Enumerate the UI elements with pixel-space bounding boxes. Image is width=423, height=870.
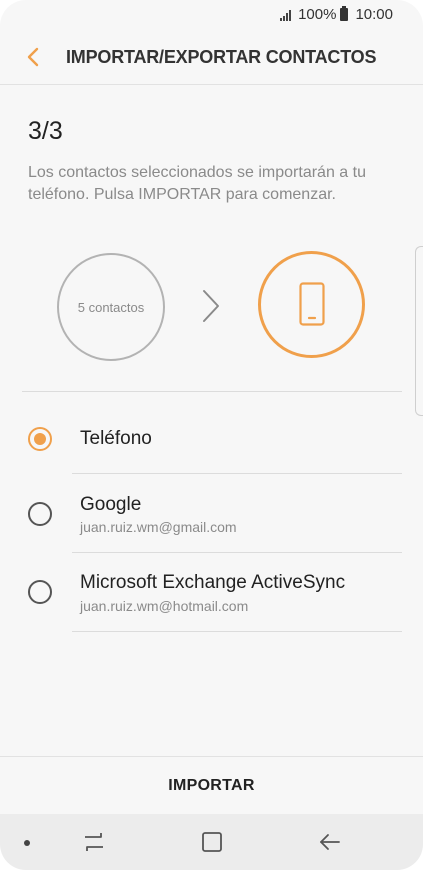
option-label: Microsoft Exchange ActiveSync: [80, 572, 346, 593]
description-text: Los contactos seleccionados se importará…: [28, 164, 366, 203]
status-bar: 100% 10:00: [0, 0, 423, 30]
phone-screen: 100% 10:00 IMPORTAR/EXPORTAR CONTACTOS 3…: [0, 0, 423, 870]
radio-unselected[interactable]: [28, 502, 52, 526]
divider: [22, 391, 402, 392]
divider: [72, 631, 402, 632]
option-exchange[interactable]: Microsoft Exchange ActiveSync juan.ruiz.…: [0, 553, 423, 631]
battery-percentage: 100%: [298, 6, 337, 23]
page-title: IMPORTAR/EXPORTAR CONTACTOS: [66, 47, 377, 67]
status-indicators: 100% 10:00: [280, 6, 393, 23]
option-google[interactable]: Google juan.ruiz.wm@gmail.com: [0, 474, 423, 552]
contacts-count-label: 5 contactos: [77, 299, 145, 315]
step-indicator: 3/3: [28, 117, 63, 145]
option-account-email: juan.ruiz.wm@hotmail.com: [80, 598, 249, 614]
scroll-handle[interactable]: [415, 246, 423, 416]
option-label: Teléfono: [80, 428, 152, 449]
radio-unselected[interactable]: [28, 580, 52, 604]
clock: 10:00: [355, 6, 393, 23]
source-contacts-circle: 5 contactos: [57, 253, 165, 361]
back-arrow-icon[interactable]: [316, 829, 344, 855]
chevron-right-icon: [203, 290, 219, 322]
signal-icon: [280, 9, 292, 21]
chevron-left-icon[interactable]: [22, 43, 46, 71]
option-telefono[interactable]: Teléfono: [0, 410, 423, 472]
import-button[interactable]: IMPORTAR: [0, 756, 423, 814]
home-icon[interactable]: [198, 829, 226, 855]
radio-selected[interactable]: [28, 427, 52, 451]
battery-icon: [340, 6, 349, 21]
recent-apps-icon[interactable]: [80, 829, 108, 855]
option-label: Google: [80, 494, 142, 515]
option-account-email: juan.ruiz.wm@gmail.com: [80, 519, 237, 535]
target-phone-circle: [258, 251, 365, 358]
phone-icon: [299, 282, 325, 326]
app-header: IMPORTAR/EXPORTAR CONTACTOS: [0, 30, 423, 85]
import-button-label: IMPORTAR: [168, 776, 255, 794]
navigation-bar: [0, 814, 423, 870]
dot-icon: [24, 840, 30, 846]
